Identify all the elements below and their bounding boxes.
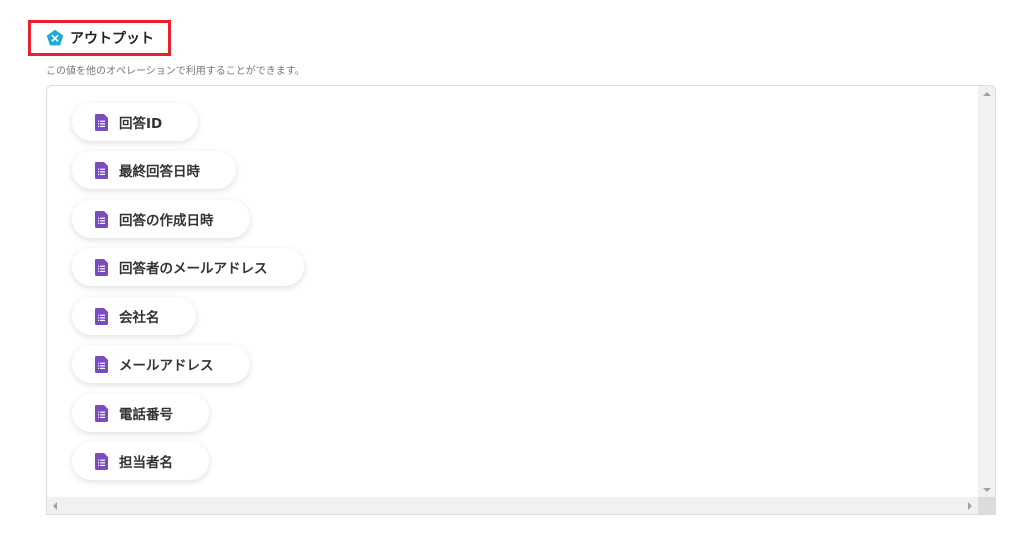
output-chip-label: メールアドレス — [119, 358, 214, 374]
scroll-up-arrow-icon[interactable] — [983, 92, 991, 96]
google-forms-icon — [95, 307, 108, 325]
output-chip-label: 電話番号 — [119, 407, 173, 423]
output-chip-label: 担当者名 — [119, 455, 173, 471]
google-forms-icon — [95, 258, 108, 276]
section-title: アウトプット — [70, 31, 154, 47]
output-chip-phone-number[interactable]: 電話番号 — [72, 394, 209, 432]
google-forms-icon — [95, 404, 108, 422]
scroll-left-arrow-icon[interactable] — [53, 502, 57, 510]
output-list-panel: 回答ID 最終回答日時 回答の作成日時 回答者のメールアドレス 会社名 メールア… — [46, 85, 996, 515]
output-section-header: アウトプット — [28, 20, 171, 56]
output-chip-response-created-datetime[interactable]: 回答の作成日時 — [72, 200, 250, 238]
output-chip-last-response-datetime[interactable]: 最終回答日時 — [72, 151, 236, 189]
scroll-right-arrow-icon[interactable] — [968, 502, 972, 510]
google-forms-icon — [95, 113, 108, 131]
google-forms-icon — [95, 355, 108, 373]
output-chip-label: 回答ID — [119, 116, 163, 132]
output-chip-label: 回答者のメールアドレス — [119, 261, 268, 277]
output-chip-email-address[interactable]: メールアドレス — [72, 345, 250, 383]
output-chip-respondent-email[interactable]: 回答者のメールアドレス — [72, 248, 304, 286]
page: アウトプット この値を他のオペレーションで利用することができます。 回答ID 最… — [0, 0, 1018, 548]
scroll-down-arrow-icon[interactable] — [983, 488, 991, 492]
google-forms-icon — [95, 161, 108, 179]
output-chip-company-name[interactable]: 会社名 — [72, 297, 196, 335]
google-forms-icon — [95, 210, 108, 228]
google-forms-icon — [95, 452, 108, 470]
horizontal-scrollbar[interactable] — [47, 497, 978, 514]
output-chip-label: 最終回答日時 — [119, 164, 200, 180]
output-chip-label: 回答の作成日時 — [119, 213, 214, 229]
output-chip-label: 会社名 — [119, 310, 160, 326]
output-chip-response-id[interactable]: 回答ID — [72, 103, 199, 141]
section-description: この値を他のオペレーションで利用することができます。 — [46, 66, 305, 77]
vertical-scrollbar[interactable] — [978, 86, 995, 498]
output-chip-contact-person-name[interactable]: 担当者名 — [72, 442, 209, 480]
scrollbar-corner — [978, 497, 995, 514]
x-pentagon-icon — [46, 29, 64, 46]
